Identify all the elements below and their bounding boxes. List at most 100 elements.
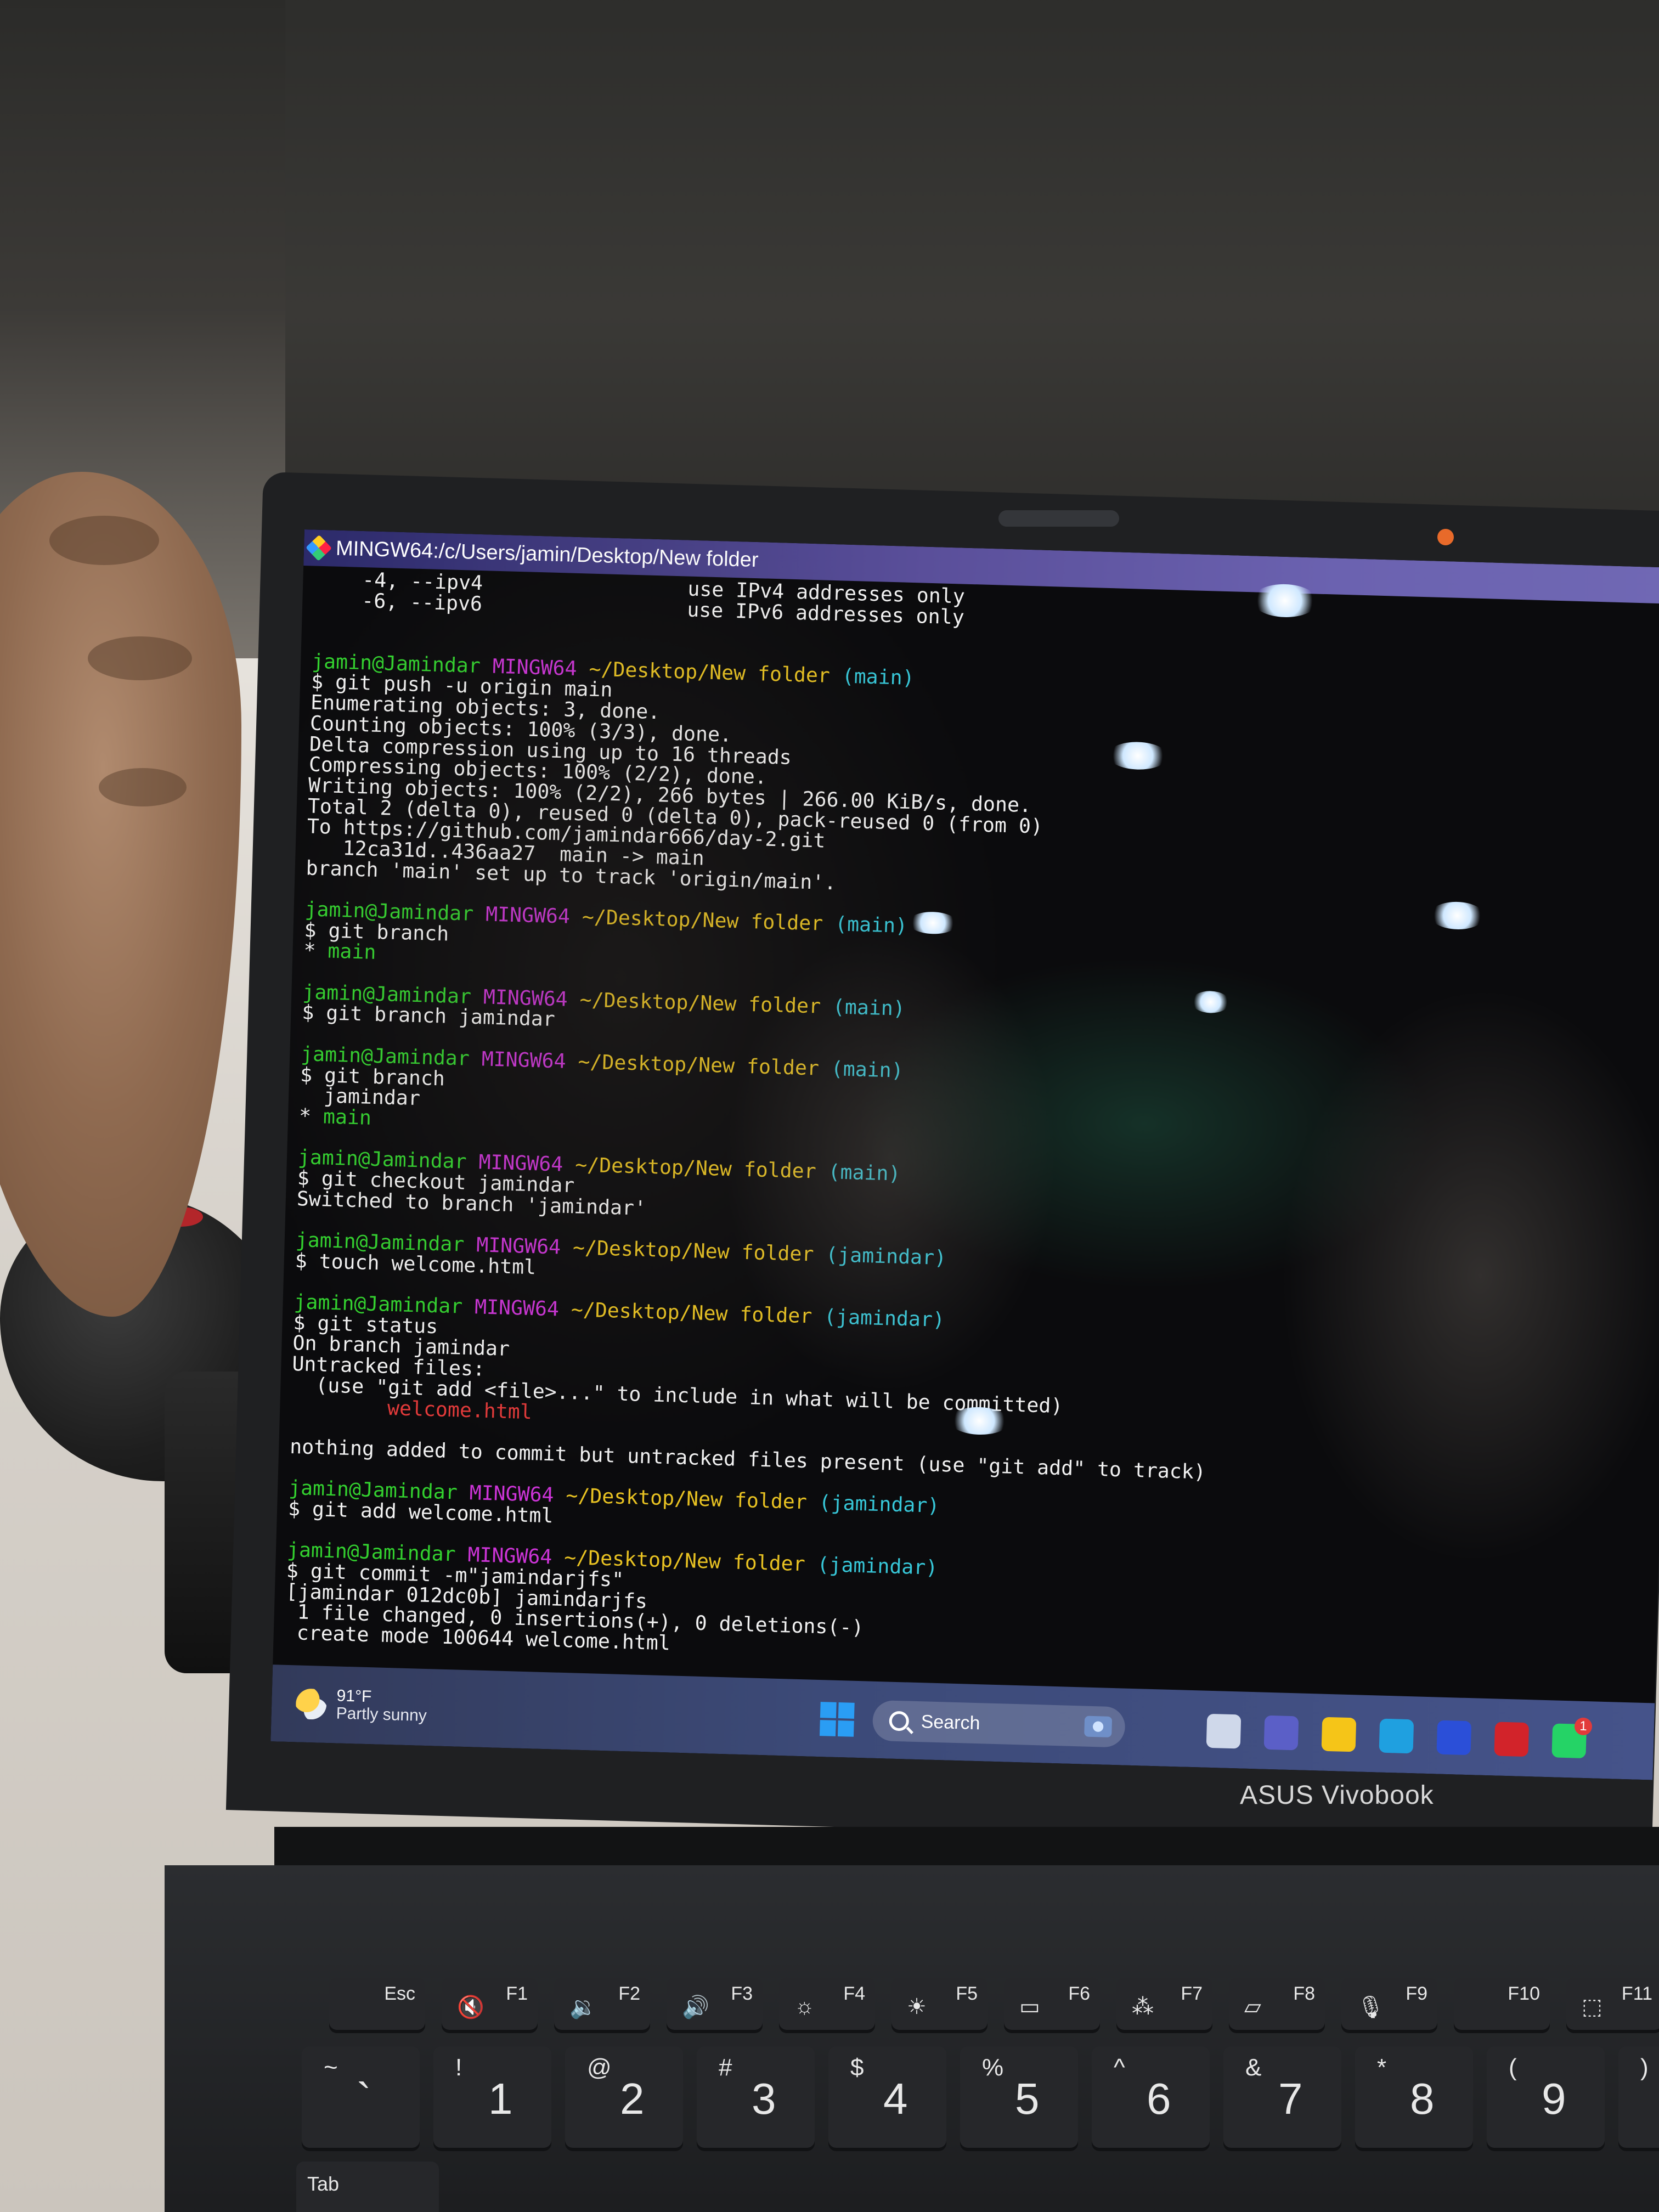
- terminal-text-branch: (main): [831, 1057, 904, 1082]
- key-function-icon: ⁂: [1132, 1995, 1154, 2019]
- weather-widget[interactable]: 91°F Partly sunny: [295, 1686, 427, 1725]
- key-label: 7: [1278, 2074, 1303, 2123]
- key-label: F9: [1406, 1983, 1427, 2004]
- key-f9[interactable]: F9 🎙: [1341, 1978, 1437, 2030]
- key-label: 4: [883, 2074, 908, 2123]
- key-label: F2: [618, 1983, 640, 2004]
- key-esc[interactable]: Esc: [329, 1978, 425, 2030]
- key-f7[interactable]: F7 ⁂: [1116, 1978, 1212, 2030]
- key-1[interactable]: ! 1: [433, 2046, 551, 2148]
- knuckle: [99, 768, 187, 806]
- key-f1[interactable]: F1 🔇: [442, 1978, 538, 2030]
- key-shift-label: ): [1640, 2054, 1649, 2081]
- git-bash-icon: [306, 534, 332, 561]
- terminal-text-branch: (main): [834, 912, 908, 938]
- windows-start-icon[interactable]: [819, 1702, 855, 1737]
- key-label: Esc: [384, 1983, 415, 2004]
- terminal-text-host: MINGW64: [485, 902, 583, 929]
- key-shift-label: #: [719, 2054, 732, 2081]
- key-function-icon: 🎙: [1357, 1995, 1385, 2019]
- app-icon[interactable]: [1436, 1720, 1472, 1756]
- tab-key[interactable]: Tab: [296, 2162, 439, 2212]
- key-function-icon: 🔇: [457, 1995, 484, 2019]
- key-f5[interactable]: F5 ☀: [891, 1978, 988, 2030]
- background-monitor: [263, 0, 1659, 527]
- terminal-text-red: welcome.html: [387, 1396, 533, 1424]
- key-label: 6: [1147, 2074, 1171, 2123]
- key-shift-label: *: [1377, 2054, 1387, 2081]
- notification-badge: 1: [1574, 1717, 1593, 1736]
- key-label: 5: [1015, 2074, 1040, 2123]
- whatsapp-icon[interactable]: 1: [1551, 1717, 1593, 1759]
- key-function-icon: ▱: [1244, 1995, 1261, 2019]
- knuckle: [88, 636, 192, 680]
- key-function-icon: 🔊: [682, 1995, 709, 2019]
- teams-icon[interactable]: [1263, 1715, 1299, 1751]
- key-label: 3: [752, 2074, 776, 2123]
- key-label: 2: [620, 2074, 645, 2123]
- terminal-text: *: [303, 938, 329, 963]
- terminal-output[interactable]: -4, --ipv4 use IPv4 addresses only -6, -…: [284, 568, 1659, 1692]
- key-3[interactable]: #3: [697, 2046, 815, 2148]
- key-2[interactable]: @2: [565, 2046, 683, 2148]
- key-label: F10: [1508, 1983, 1540, 2004]
- key-function-icon: 🔉: [569, 1995, 597, 2019]
- key-shift-label: %: [982, 2054, 1004, 2081]
- key-7[interactable]: & 7: [1223, 2046, 1341, 2148]
- key-6[interactable]: ^ 6: [1092, 2046, 1210, 2148]
- terminal-text-branch: (jamindar): [823, 1305, 945, 1332]
- webcam-led: [1437, 529, 1454, 545]
- terminal-text-branch: (jamindar): [817, 1553, 938, 1580]
- key-label: F11: [1621, 1983, 1652, 2004]
- key-label: F4: [843, 1983, 865, 2004]
- key-`[interactable]: ~ `: [302, 2046, 420, 2148]
- terminal-text-user: main: [327, 939, 376, 964]
- key-function-icon: ☼: [794, 1994, 815, 2018]
- key-9[interactable]: (9: [1487, 2046, 1605, 2148]
- mcafee-icon[interactable]: [1494, 1722, 1530, 1757]
- key-f4[interactable]: F4 ☼: [779, 1978, 875, 2030]
- key-f8[interactable]: F8 ▱: [1229, 1978, 1325, 2030]
- key-shift-label: ^: [1114, 2054, 1125, 2081]
- taskbar-search-box[interactable]: Search: [872, 1700, 1126, 1748]
- task-view-icon[interactable]: [1206, 1713, 1242, 1749]
- key-4[interactable]: $4: [828, 2046, 946, 2148]
- terminal-text-branch: (main): [832, 994, 906, 1020]
- key-label: `: [357, 2074, 371, 2123]
- laptop-screen: MINGW64:/c/Users/jamin/Desktop/New folde…: [270, 529, 1659, 1780]
- search-icon: [889, 1711, 910, 1731]
- terminal-text-branch: (main): [842, 664, 915, 690]
- key-f6[interactable]: F6 ▭: [1004, 1978, 1100, 2030]
- key-label: 1: [488, 2074, 513, 2123]
- key-label: 8: [1410, 2074, 1435, 2123]
- key-f3[interactable]: F3 🔊: [667, 1978, 763, 2030]
- file-explorer-icon[interactable]: [1321, 1717, 1357, 1752]
- key-shift-label: &: [1245, 2054, 1262, 2081]
- key-label: F1: [506, 1983, 528, 2004]
- key-f11[interactable]: F11 ⬚: [1566, 1978, 1659, 2030]
- key-shift-label: ~: [324, 2054, 338, 2081]
- key-shift-label: (: [1509, 2054, 1517, 2081]
- terminal-text-branch: (main): [828, 1160, 901, 1186]
- key-f2[interactable]: F2 🔉: [554, 1978, 650, 2030]
- webcam-shutter: [998, 510, 1119, 527]
- weather-description: Partly sunny: [336, 1704, 427, 1725]
- partly-sunny-icon: [295, 1688, 327, 1720]
- key-function-icon: ☀: [907, 1995, 927, 2019]
- key-f10[interactable]: F10: [1454, 1978, 1550, 2030]
- key-label: F8: [1293, 1983, 1315, 2004]
- laptop-keyboard-deck: Esc F1 🔇 F2 🔉 F3 🔊 F4 ☼ F5 ☀ F6 ▭ F7 ⁂ F8 ▱ F9 🎙 F10 F11 ⬚ ~ `…: [165, 1865, 1659, 2212]
- key-shift-label: $: [850, 2054, 864, 2081]
- key-shift-label: !: [455, 2054, 462, 2081]
- key-8[interactable]: * 8: [1355, 2046, 1473, 2148]
- terminal-text-host: MINGW64: [481, 1047, 579, 1074]
- edge-icon[interactable]: [1379, 1718, 1414, 1754]
- terminal-text: *: [298, 1104, 324, 1128]
- key-0[interactable]: )0: [1618, 2046, 1659, 2148]
- terminal-text-branch: (jamindar): [819, 1491, 940, 1518]
- terminal-text-branch: (jamindar): [825, 1243, 947, 1270]
- key-label: F5: [956, 1983, 978, 2004]
- key-label: F6: [1068, 1983, 1090, 2004]
- key-5[interactable]: % 5: [960, 2046, 1078, 2148]
